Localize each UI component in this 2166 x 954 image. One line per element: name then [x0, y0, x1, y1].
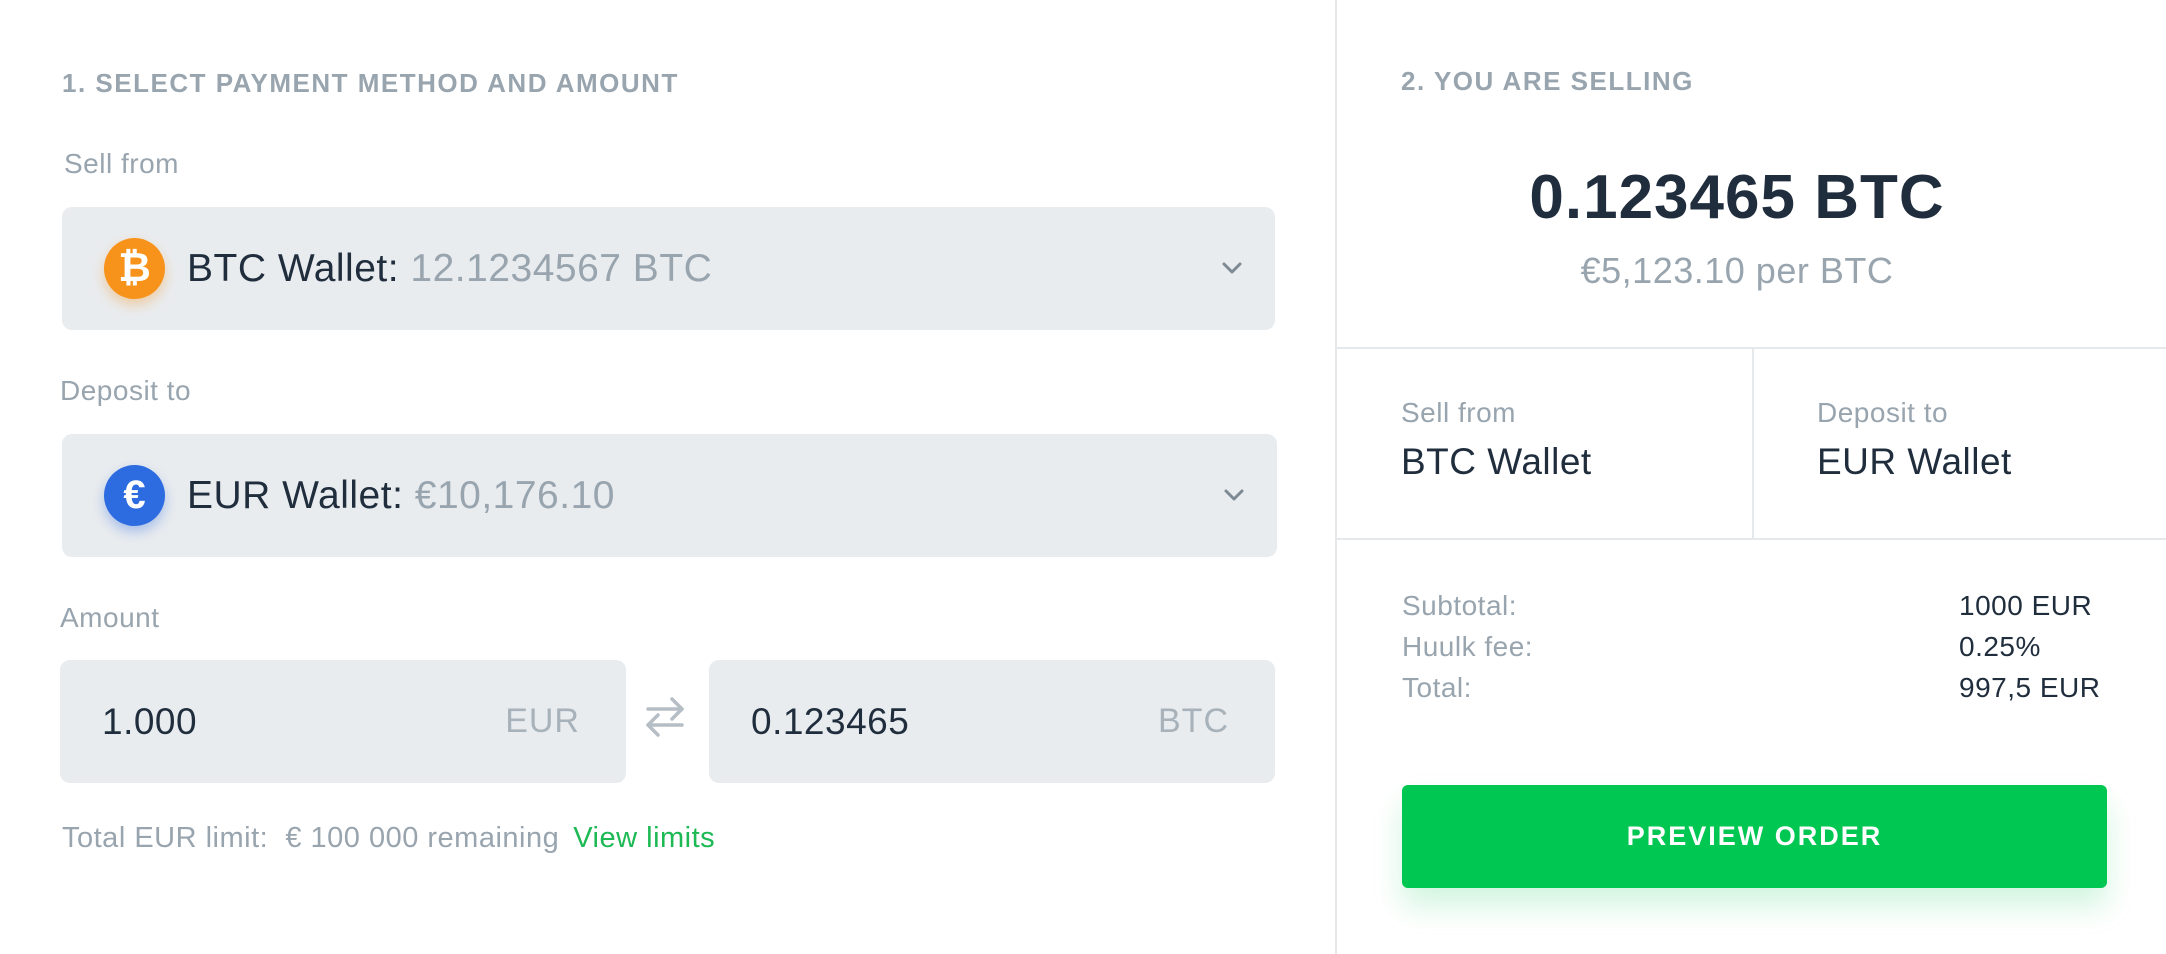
amount-label: Amount [60, 602, 160, 633]
summary-deposit-to-label: Deposit to [1817, 397, 1949, 428]
fiat-amount-value: 1.000 [102, 701, 198, 742]
deposit-to-balance: €10,176.10 [414, 474, 615, 517]
fee-label: Huulk fee: [1402, 631, 1534, 662]
subtotal-label: Subtotal: [1402, 590, 1518, 621]
preview-order-button[interactable]: PREVIEW ORDER [1402, 785, 2107, 888]
fee-value: 0.25% [1959, 631, 2041, 662]
euro-icon: € [104, 465, 165, 526]
subtotal-value: 1000 EUR [1959, 590, 2093, 621]
divider [1337, 538, 2166, 540]
crypto-amount-input[interactable]: 0.123465 BTC [709, 660, 1275, 783]
sell-from-balance: 12.1234567 BTC [410, 247, 713, 290]
crypto-currency-label: BTC [1158, 702, 1229, 740]
summary-deposit-to-value: EUR Wallet [1817, 441, 2012, 482]
deposit-to-wallet-name: EUR Wallet: [187, 474, 404, 517]
total-label: Total: [1402, 672, 1472, 703]
summary-sell-from-label: Sell from [1401, 397, 1516, 428]
fiat-amount-input[interactable]: 1.000 EUR [60, 660, 626, 783]
selling-amount: 0.123465 BTC [1529, 163, 1945, 232]
sell-from-select-text: BTC Wallet: 12.1234567 BTC [187, 207, 712, 330]
sell-from-wallet-name: BTC Wallet: [187, 247, 400, 290]
bitcoin-icon: ₿ [104, 238, 165, 299]
limit-info: Total EUR limit: € 100 000 remaining View… [62, 822, 715, 855]
crypto-amount-value: 0.123465 [751, 701, 910, 742]
payment-panel: 1. SELECT PAYMENT METHOD AND AMOUNT Sell… [0, 0, 1335, 954]
section-title-selling: 2. YOU ARE SELLING [1401, 66, 1694, 96]
sell-from-label: Sell from [64, 148, 179, 179]
deposit-to-select[interactable]: € EUR Wallet: €10,176.10 [62, 434, 1277, 557]
chevron-down-icon [1224, 489, 1244, 501]
swap-icon[interactable] [640, 692, 690, 742]
deposit-to-label: Deposit to [60, 375, 192, 406]
chevron-down-icon [1222, 262, 1242, 274]
summary-panel: 2. YOU ARE SELLING 0.123465 BTC €5,123.1… [1337, 0, 2166, 954]
section-title-payment: 1. SELECT PAYMENT METHOD AND AMOUNT [62, 68, 679, 98]
sell-from-select[interactable]: ₿ BTC Wallet: 12.1234567 BTC [62, 207, 1275, 330]
total-value: 997,5 EUR [1959, 672, 2101, 703]
limit-text: Total EUR limit: € 100 000 remaining [62, 822, 560, 854]
fiat-currency-label: EUR [505, 702, 580, 740]
summary-sell-from-value: BTC Wallet [1401, 441, 1592, 482]
exchange-rate: €5,123.10 per BTC [1580, 250, 1894, 291]
divider [1752, 347, 1754, 538]
view-limits-link[interactable]: View limits [573, 822, 715, 854]
deposit-to-select-text: EUR Wallet: €10,176.10 [187, 434, 615, 557]
